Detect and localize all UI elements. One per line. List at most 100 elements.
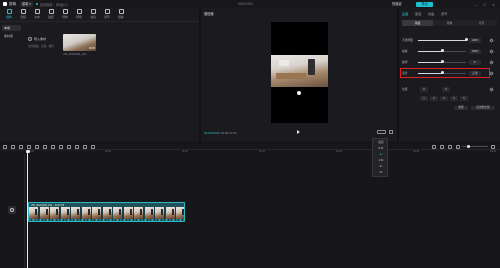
row-blend: 混合 正常 [402, 70, 497, 76]
ruler-tick: 00:10 [182, 150, 188, 153]
tool-transition[interactable]: 转场 [72, 9, 86, 21]
zoom-out-icon[interactable] [456, 144, 460, 149]
blend-fill [418, 72, 442, 74]
select-icon[interactable] [3, 144, 7, 149]
import-button[interactable]: 导入素材 支持视频、音频、图片 [26, 36, 60, 52]
scale-value[interactable]: 100% [469, 48, 481, 54]
video-preview[interactable] [271, 22, 328, 123]
speed-icon[interactable] [83, 144, 87, 149]
auto-icon[interactable] [91, 144, 95, 149]
playhead[interactable] [27, 150, 28, 268]
opacity-fill [418, 39, 466, 41]
keyframe-icon[interactable] [489, 59, 494, 65]
sticker-icon [48, 9, 54, 14]
total-time: 00:00:07:05 [220, 131, 237, 135]
close-button[interactable]: × [491, 2, 496, 7]
tool-media[interactable]: 媒体 [2, 9, 16, 21]
play-icon[interactable] [297, 130, 300, 134]
maximize-button[interactable]: □ [482, 2, 487, 7]
tool-template[interactable]: 模板 [114, 9, 128, 21]
clip-frame [92, 207, 102, 219]
text-icon [34, 9, 40, 14]
redo-icon[interactable] [19, 144, 23, 149]
keyframe-icon[interactable] [489, 70, 494, 76]
subtab-cutout[interactable]: 抠像 [434, 20, 465, 26]
shortcut-button[interactable]: 快捷键 [390, 2, 404, 7]
reverse-icon[interactable] [51, 144, 55, 149]
split-icon[interactable] [27, 144, 31, 149]
link-icon[interactable] [440, 144, 444, 149]
media-side-nav: 本地 素材库 [0, 22, 24, 142]
scale-step-3[interactable]: 3 [440, 95, 448, 101]
scale-label: 缩放 [402, 49, 408, 53]
subtab-basic[interactable]: 基础 [402, 20, 433, 26]
position-y-input[interactable]: 0 [442, 86, 450, 92]
row-scale-steps: 1 2 3 4 5 [402, 95, 497, 101]
fullscreen-icon[interactable] [389, 130, 393, 134]
side-nav-local[interactable]: 本地 [2, 25, 21, 31]
scale-step-2[interactable]: 2 [430, 95, 438, 101]
tool-filter[interactable]: 滤镜 [86, 9, 100, 21]
scale-step-1[interactable]: 1 [420, 95, 428, 101]
clip-frame [134, 207, 144, 219]
preview-table [276, 73, 306, 79]
tool-text[interactable]: 文本 [30, 9, 44, 21]
menu-button[interactable]: 菜单 ▾ [20, 1, 33, 7]
tab-animation[interactable]: 动画 [428, 11, 434, 16]
zoom-slider[interactable] [467, 144, 470, 148]
sticker-dot-icon [297, 91, 301, 95]
aspect-ratio-button[interactable] [377, 130, 386, 134]
dropdown-item[interactable]: 3x [373, 170, 389, 176]
media-thumbnail[interactable]: 00:05 [63, 34, 96, 51]
media-panel: 媒体 音频 文本 贴纸 特效 转场 滤镜 调节 模板 本地 素材库 导入素材 支… [0, 8, 199, 142]
position-label: 位置 [402, 87, 408, 91]
blend-slider[interactable] [440, 71, 444, 75]
opacity-value[interactable]: 100% [469, 37, 481, 43]
freeze-icon[interactable] [43, 144, 47, 149]
tab-picture[interactable]: 画面 [402, 11, 408, 16]
apply-all-button[interactable]: 应用到全部 [471, 106, 495, 110]
playhead-handle[interactable] [25, 150, 30, 153]
video-clip[interactable]: VID_20201108_100... 00:07:05 [28, 202, 185, 222]
rotation-slider[interactable] [440, 60, 444, 64]
preview-axis-icon[interactable] [448, 144, 452, 149]
delete-icon[interactable] [35, 144, 39, 149]
export-button[interactable]: 导出 [416, 1, 433, 7]
track-settings-button[interactable] [8, 206, 16, 214]
scale-step-4[interactable]: 4 [450, 95, 458, 101]
tool-adjust[interactable]: 调节 [100, 9, 114, 21]
timeline-panel: 00:00 00:05 00:10 00:15 00:20 00:25 00:3… [0, 143, 500, 268]
tab-adjust[interactable]: 调节 [441, 11, 447, 16]
undo-icon[interactable] [11, 144, 15, 149]
import-hint: 支持视频、音频、图片 [28, 45, 54, 48]
rotate-icon[interactable] [67, 144, 71, 149]
clip-frame [71, 207, 81, 219]
scale-slider[interactable] [440, 49, 444, 53]
zoom-track[interactable] [462, 146, 488, 147]
blend-value[interactable]: 正常 [469, 70, 481, 76]
tool-audio[interactable]: 音频 [16, 9, 30, 21]
timeline-ruler[interactable]: 00:00 00:05 00:10 00:15 00:20 00:25 00:3… [26, 150, 500, 155]
tool-effects[interactable]: 特效 [58, 9, 72, 21]
rotation-value[interactable]: 0° [469, 59, 481, 65]
keyframe-icon[interactable] [489, 37, 494, 43]
keyframe-icon[interactable] [489, 48, 494, 54]
title-bar: 剪映 菜单 ▾ 自动保存：本地(D:) 0000/0000 快捷键 导出 – □… [0, 0, 500, 8]
side-nav-library[interactable]: 素材库 [2, 33, 21, 39]
minimize-button[interactable]: – [473, 2, 478, 7]
zoom-in-icon[interactable] [491, 144, 495, 149]
reset-button[interactable]: 重置 [454, 106, 468, 110]
filter-icon [90, 9, 96, 14]
subtab-background[interactable]: 背景 [466, 20, 497, 26]
scale-step-5[interactable]: 5 [460, 95, 468, 101]
magnet-icon[interactable] [432, 144, 436, 149]
position-x-input[interactable]: 0 [420, 86, 428, 92]
preview-window-glare [279, 60, 289, 66]
keyframe-icon[interactable] [489, 86, 494, 92]
mirror-icon[interactable] [59, 144, 63, 149]
ratio-dropdown: 适应 0.5x 1x 1.5x 2x 3x [372, 138, 388, 177]
crop-icon[interactable] [75, 144, 79, 149]
tab-speed[interactable]: 变速 [415, 11, 421, 16]
tool-sticker[interactable]: 贴纸 [44, 9, 58, 21]
opacity-slider[interactable] [464, 38, 468, 42]
